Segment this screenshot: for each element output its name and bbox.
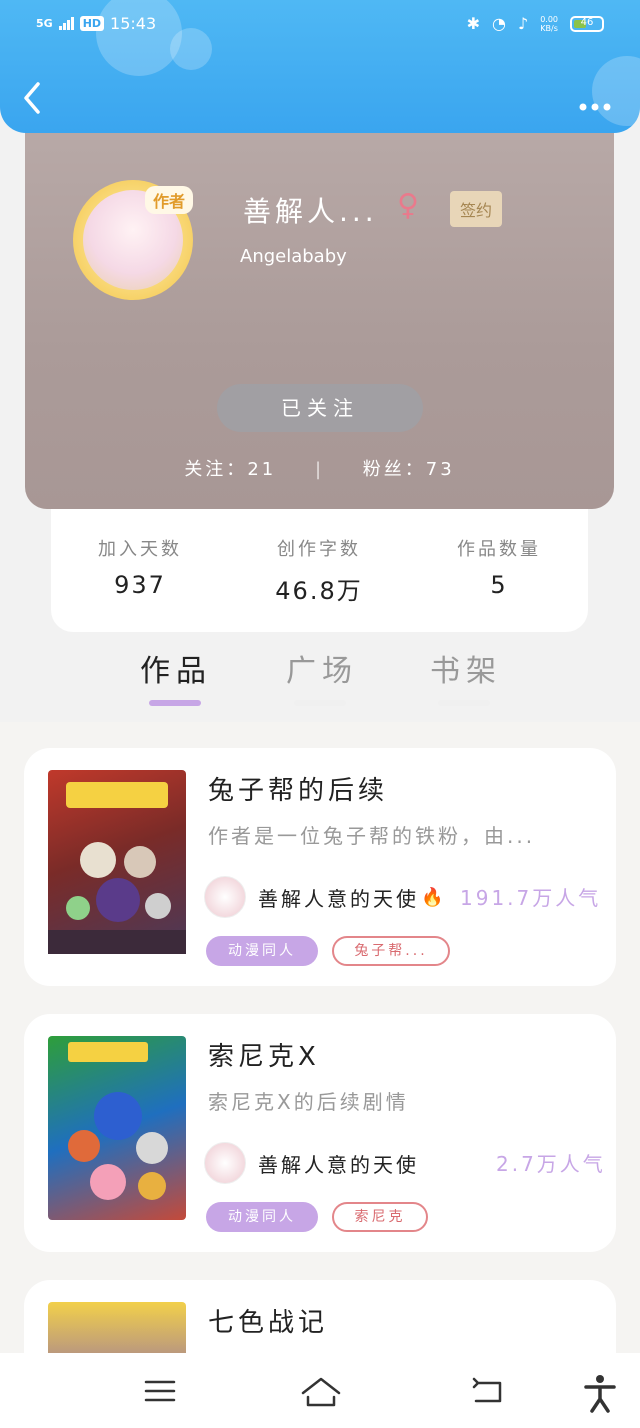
metric-label: 加入天数 xyxy=(98,539,182,560)
mute-bell-icon: ♪ xyxy=(517,14,529,33)
metrics-card: 加入天数 937 创作字数 46.8万 作品数量 5 xyxy=(51,509,588,632)
back-nav-button[interactable] xyxy=(470,1373,510,1413)
metric-label: 创作字数 xyxy=(277,539,361,560)
signed-badge: 签约 xyxy=(450,191,503,227)
tag-topic[interactable]: 兔子帮... xyxy=(332,936,450,966)
book-author[interactable]: 善解人意的天使 xyxy=(204,1142,419,1184)
author-name: 善解人意的天使 xyxy=(258,886,419,911)
fire-icon: 🔥 xyxy=(421,886,444,908)
home-button[interactable] xyxy=(300,1373,341,1413)
popularity: 2.7万人气 xyxy=(496,1152,606,1176)
menu-icon xyxy=(144,1380,176,1402)
tab-works[interactable]: 作品 xyxy=(126,646,226,690)
metric-value: 46.8万 xyxy=(275,577,363,605)
following-stat[interactable]: 关注：21 xyxy=(184,459,276,480)
book-title[interactable]: 索尼克X xyxy=(208,1036,320,1073)
tab-square[interactable]: 广场 xyxy=(272,646,372,690)
author-avatar xyxy=(204,1142,246,1184)
tab-works-indicator xyxy=(149,700,201,706)
follow-button[interactable]: 已关注 xyxy=(217,384,423,432)
more-dots-icon xyxy=(579,103,611,111)
cover-art xyxy=(68,1042,168,1200)
cover-art xyxy=(48,782,186,954)
author-name: 善解人意的天使 xyxy=(258,1152,419,1177)
fans-stat[interactable]: 粉丝：73 xyxy=(363,459,455,480)
metric-label: 作品数量 xyxy=(457,539,541,560)
bluetooth-icon: ✱ xyxy=(466,14,480,33)
metric-join-days: 加入天数 937 xyxy=(65,535,215,599)
chevron-left-icon xyxy=(24,82,40,114)
following-count: 21 xyxy=(247,459,277,480)
signal-icon xyxy=(58,17,74,30)
battery-icon: 46 xyxy=(570,15,604,32)
book-card[interactable]: 兔子帮的后续 作者是一位兔子帮的铁粉，由... 善解人意的天使 🔥 191.7万… xyxy=(24,748,616,986)
accessibility-button[interactable] xyxy=(582,1373,622,1413)
book-list: 兔子帮的后续 作者是一位兔子帮的铁粉，由... 善解人意的天使 🔥 191.7万… xyxy=(0,722,640,1400)
book-description: 作者是一位兔子帮的铁粉，由... xyxy=(208,824,536,848)
book-description: 索尼克X的后续剧情 xyxy=(208,1090,409,1114)
network-label: 5G xyxy=(36,17,53,30)
tab-bookshelf-indicator xyxy=(438,700,490,706)
avatar[interactable]: 作者 xyxy=(73,180,193,300)
metric-value: 937 xyxy=(114,571,166,599)
stats-separator: | xyxy=(314,459,325,480)
female-icon: ♀ xyxy=(397,188,419,223)
back-nav-icon xyxy=(472,1377,502,1403)
user-subtitle: Angelababy xyxy=(240,246,347,267)
menu-button[interactable] xyxy=(142,1373,182,1413)
fans-count: 73 xyxy=(425,459,455,480)
metric-value: 5 xyxy=(490,571,508,599)
author-tag: 作者 xyxy=(145,186,193,214)
hd-badge: HD xyxy=(79,16,105,31)
tag-category[interactable]: 动漫同人 xyxy=(206,936,318,966)
tag-category[interactable]: 动漫同人 xyxy=(206,1202,318,1232)
profile-card: 作者 善解人... ♀ 签约 Angelababy 已关注 关注：21 | 粉丝… xyxy=(25,110,614,509)
back-button[interactable] xyxy=(20,80,56,120)
home-icon xyxy=(301,1377,341,1407)
user-name: 善解人... xyxy=(243,195,378,228)
metric-word-count: 创作字数 46.8万 xyxy=(244,535,394,606)
fans-label: 粉丝： xyxy=(362,459,426,480)
top-header: 5G HD 15:43 ✱ ◔ ♪ 0.00 KB/s 46 xyxy=(0,0,640,133)
status-bar: 5G HD 15:43 ✱ ◔ ♪ 0.00 KB/s 46 xyxy=(0,10,640,40)
follow-stats: 关注：21 | 粉丝：73 xyxy=(25,455,614,481)
more-button[interactable] xyxy=(578,86,612,119)
alarm-icon: ◔ xyxy=(492,14,506,33)
net-speed-unit: KB/s xyxy=(540,23,558,33)
tab-bookshelf[interactable]: 书架 xyxy=(416,646,516,690)
following-label: 关注： xyxy=(184,459,248,480)
accessibility-icon xyxy=(584,1375,616,1413)
tag-topic[interactable]: 索尼克 xyxy=(332,1202,428,1232)
book-title[interactable]: 七色战记 xyxy=(208,1302,328,1339)
book-title[interactable]: 兔子帮的后续 xyxy=(208,770,388,807)
content-tabs: 作品 广场 书架 xyxy=(0,640,640,720)
popularity: 191.7万人气 xyxy=(460,886,602,910)
book-card[interactable]: 索尼克X 索尼克X的后续剧情 善解人意的天使 2.7万人气 动漫同人 索尼克 xyxy=(24,1014,616,1252)
book-author[interactable]: 善解人意的天使 🔥 xyxy=(204,876,443,918)
book-cover[interactable] xyxy=(48,1036,186,1220)
net-speed: 0.00 KB/s xyxy=(540,15,558,33)
tag-row: 动漫同人 索尼克 xyxy=(206,1202,428,1232)
author-avatar xyxy=(204,876,246,918)
net-speed-value: 0.00 xyxy=(540,14,558,24)
tag-row: 动漫同人 兔子帮... xyxy=(206,936,450,966)
book-cover[interactable] xyxy=(48,770,186,954)
battery-percent: 46 xyxy=(580,16,594,28)
clock: 15:43 xyxy=(110,14,157,33)
metric-works-count: 作品数量 5 xyxy=(424,535,574,599)
system-nav-bar xyxy=(0,1353,640,1428)
tab-square-indicator xyxy=(294,700,346,706)
